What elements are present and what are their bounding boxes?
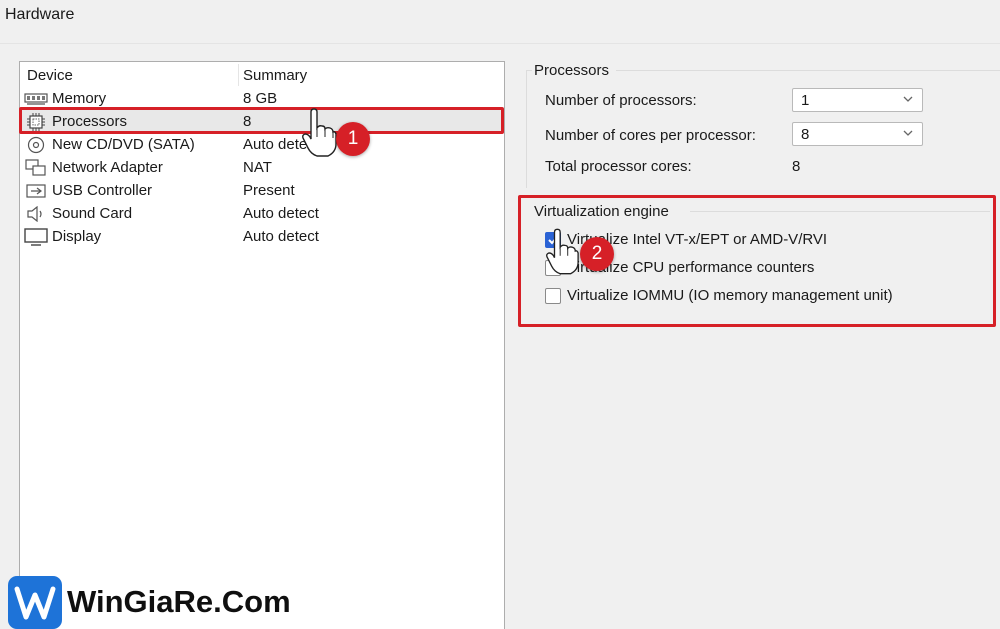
cores-per-processor-value: 8 bbox=[801, 126, 810, 143]
column-header-device[interactable]: Device bbox=[27, 67, 73, 84]
usb-icon bbox=[24, 182, 48, 199]
device-name: Display bbox=[52, 228, 102, 245]
num-processors-label: Number of processors: bbox=[545, 92, 697, 109]
device-list-header: Device Summary bbox=[20, 62, 504, 88]
column-divider[interactable] bbox=[238, 64, 239, 86]
device-name: USB Controller bbox=[52, 182, 153, 199]
step-badge-2: 2 bbox=[580, 237, 614, 271]
chevron-down-icon bbox=[903, 96, 913, 102]
device-name: Sound Card bbox=[52, 205, 133, 222]
total-cores-value: 8 bbox=[792, 158, 801, 175]
device-row-sound-card[interactable]: Sound Card Auto detect bbox=[20, 202, 504, 225]
device-summary: NAT bbox=[243, 159, 272, 176]
device-row-cd-dvd[interactable]: New CD/DVD (SATA) Auto detect bbox=[20, 133, 504, 156]
device-name: Network Adapter bbox=[52, 159, 163, 176]
num-processors-select[interactable]: 1 bbox=[792, 88, 923, 112]
group-border bbox=[616, 70, 1000, 71]
chevron-down-icon bbox=[903, 130, 913, 136]
total-cores-label: Total processor cores: bbox=[545, 158, 692, 175]
wingiare-logo: WinGiaRe.Com bbox=[8, 576, 308, 629]
device-name: New CD/DVD (SATA) bbox=[52, 136, 195, 153]
num-processors-value: 1 bbox=[801, 92, 810, 109]
device-row-network-adapter[interactable]: Network Adapter NAT bbox=[20, 156, 504, 179]
hand-pointer-icon bbox=[546, 228, 579, 275]
network-adapter-icon bbox=[24, 158, 48, 176]
speaker-icon bbox=[24, 205, 48, 222]
device-summary: 8 GB bbox=[243, 90, 278, 107]
device-row-display[interactable]: Display Auto detect bbox=[20, 225, 504, 248]
column-header-summary[interactable]: Summary bbox=[243, 67, 307, 84]
cores-per-processor-label: Number of cores per processor: bbox=[545, 127, 756, 144]
display-icon bbox=[24, 227, 48, 246]
device-row-usb-controller[interactable]: USB Controller Present bbox=[20, 179, 504, 202]
group-border bbox=[526, 70, 527, 188]
logo-text: WinGiaRe.Com bbox=[67, 584, 291, 619]
window-title: Hardware bbox=[5, 6, 75, 23]
device-summary: Auto detect bbox=[243, 205, 319, 222]
title-divider bbox=[0, 43, 1000, 44]
processors-group-title: Processors bbox=[534, 62, 610, 79]
device-summary: Auto detect bbox=[243, 228, 319, 245]
device-summary: Present bbox=[243, 182, 295, 199]
cores-per-processor-select[interactable]: 8 bbox=[792, 122, 923, 146]
device-list[interactable]: Device Summary Memory 8 GB Processors 8 … bbox=[19, 61, 505, 629]
cd-dvd-icon bbox=[24, 136, 48, 153]
hand-pointer-icon bbox=[302, 108, 337, 157]
step-badge-1: 1 bbox=[336, 122, 370, 156]
memory-icon bbox=[24, 90, 48, 107]
highlight-box-processors bbox=[19, 107, 504, 134]
logo-w-icon bbox=[8, 576, 62, 629]
device-name: Memory bbox=[52, 90, 107, 107]
